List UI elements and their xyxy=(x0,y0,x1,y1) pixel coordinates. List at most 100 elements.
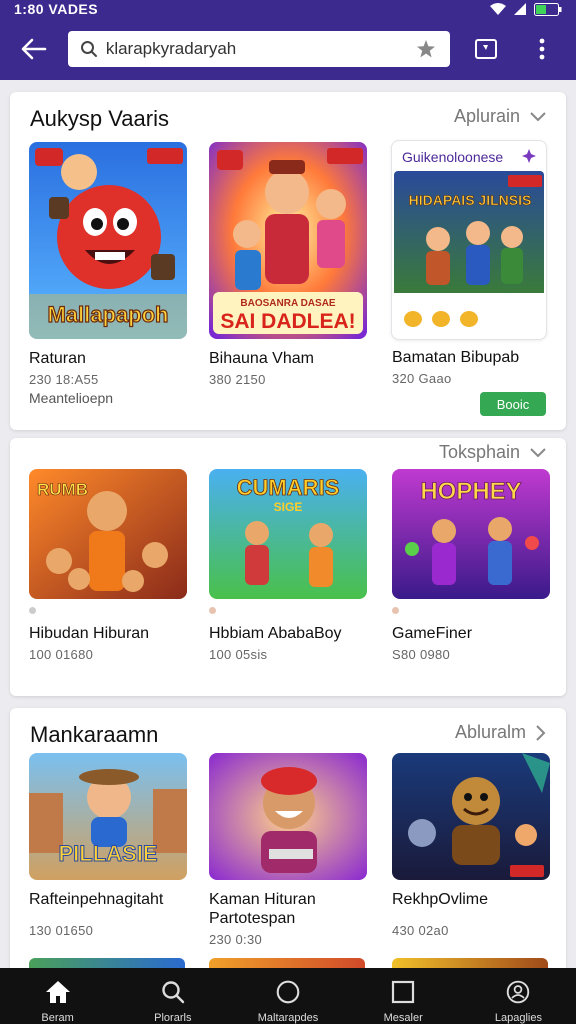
game-card[interactable]: CUMARIS SIGE Hbbiam AbabaBoy 100 05sis xyxy=(209,469,367,662)
more-options-button[interactable] xyxy=(522,29,562,69)
game-name: Raturan xyxy=(29,350,86,367)
game-meta: 230 18:A55 xyxy=(29,372,99,387)
game-card-info[interactable]: Bamatan Bibupab 320 Gaao xyxy=(392,348,550,386)
section-action-label: Abluralm xyxy=(454,722,526,742)
indicator-dot xyxy=(392,607,399,614)
game-art-text: PILLASIE xyxy=(58,841,157,866)
more-vert-icon xyxy=(539,38,545,60)
game-thumbnail: RUMB xyxy=(29,469,187,599)
section-action-label: Toksphain xyxy=(438,442,520,462)
section-see-more-button[interactable]: Aplurain xyxy=(454,106,546,127)
game-card[interactable]: PILLASIE Rafteinpehnagitaht 130 01650 xyxy=(29,753,187,938)
clap-icon xyxy=(460,311,478,327)
install-button[interactable]: Booic xyxy=(480,392,546,416)
clap-icon xyxy=(432,311,450,327)
game-art-text: CUMARIS xyxy=(237,475,340,500)
clap-icon xyxy=(404,311,422,327)
game-meta: 380 2150 xyxy=(209,372,266,387)
game-thumbnail: PILLASIE xyxy=(29,753,187,880)
game-card[interactable]: BAOSANRA DASAE SAI DADLEA! Bihauna Vham … xyxy=(209,142,367,387)
app-bar xyxy=(0,18,576,80)
nav-item-center[interactable]: Maltarapdes xyxy=(230,968,345,1024)
arrow-left-icon xyxy=(21,38,47,60)
featured-game-card[interactable]: Guikenoloonese HIDAPAIS JILNSIS xyxy=(391,140,547,340)
nav-label: Maltarapdes xyxy=(257,1012,319,1024)
game-name: RekhpOvlime xyxy=(392,891,489,908)
game-name: Rafteinpehnagitaht xyxy=(29,891,164,908)
next-row-thumbnail xyxy=(29,958,185,968)
section-see-more-button[interactable]: Abluralm xyxy=(455,722,546,743)
game-subtitle: Meantelioepn xyxy=(29,390,114,406)
nav-label: Beram xyxy=(41,1012,74,1024)
game-thumbnail xyxy=(392,753,550,880)
game-card[interactable]: RUMB Hibudan Hiburan 100 01680 xyxy=(29,469,187,662)
nav-item-profile[interactable]: Lapaglies xyxy=(461,968,576,1024)
signal-icon xyxy=(514,3,526,15)
indicator-dot xyxy=(209,607,216,614)
game-card[interactable]: RekhpOvlime 430 02a0 xyxy=(392,753,550,938)
game-name: Hbbiam AbabaBoy xyxy=(209,625,342,642)
window-icon xyxy=(475,39,498,59)
section-title: Aukysp Vaaris xyxy=(30,106,169,131)
game-thumbnail: HOPHEY xyxy=(392,469,550,599)
game-meta: 320 Gaao xyxy=(392,371,452,386)
profile-icon xyxy=(507,980,530,1004)
favorite-button[interactable] xyxy=(414,37,438,61)
next-row-thumbnail xyxy=(209,958,365,968)
section-featured-games: Aukysp Vaaris Aplurain Mallapapoh Ratura… xyxy=(10,92,566,430)
chevron-right-icon xyxy=(536,724,546,741)
status-icons xyxy=(490,2,562,16)
game-meta: 230 0:30 xyxy=(209,932,263,947)
battery-icon xyxy=(534,2,562,16)
game-card[interactable]: HOPHEY GameFiner S80 0980 xyxy=(392,469,550,662)
game-name: GameFiner xyxy=(392,625,473,642)
search-icon xyxy=(162,981,184,1004)
section-title: Mankaraamn xyxy=(30,722,159,747)
featured-thumbnail: HIDAPAIS JILNSIS xyxy=(394,171,544,298)
game-art-text: HOPHEY xyxy=(420,478,521,505)
bottom-navigation: Beram Plorarls Maltarapdes Mesaler Lapag… xyxy=(0,968,576,1024)
nav-label: Mesaler xyxy=(383,1012,423,1024)
game-art-text: Mallapapoh xyxy=(47,302,168,327)
game-art-sub-text: SIGE xyxy=(274,500,303,514)
nav-item-home[interactable]: Beram xyxy=(0,968,115,1024)
chevron-down-icon xyxy=(530,447,546,457)
game-thumbnail xyxy=(209,753,367,880)
status-bar: 1:80 VADES xyxy=(0,0,576,18)
game-meta: S80 0980 xyxy=(392,647,451,662)
reaction-icons xyxy=(392,298,546,338)
section-entertainment-games: Toksphain RUMB Hibudan Hiburan 100 01680… xyxy=(10,438,566,696)
game-card[interactable]: Mallapapoh Raturan 230 18:A55 Meantelioe… xyxy=(29,142,187,406)
game-thumbnail: BAOSANRA DASAE SAI DADLEA! xyxy=(209,142,367,339)
nav-label: Lapaglies xyxy=(494,1012,542,1024)
nav-label: Plorarls xyxy=(154,1012,192,1024)
section-recommended-games: Mankaraamn Abluralm PILLASIE Rafteinpehn… xyxy=(10,708,566,978)
tab-switch-button[interactable] xyxy=(466,29,506,69)
back-button[interactable] xyxy=(14,29,54,69)
circle-icon xyxy=(276,980,300,1004)
section-action-label: Aplurain xyxy=(453,106,520,126)
next-row-thumbnail xyxy=(392,958,548,968)
section-see-more-button[interactable]: Toksphain xyxy=(439,442,546,463)
game-meta: 100 01680 xyxy=(29,647,94,662)
search-icon xyxy=(80,41,97,57)
sparkle-icon xyxy=(522,149,536,163)
nav-item-search[interactable]: Plorarls xyxy=(115,968,230,1024)
game-art-text: SAI DADLEA! xyxy=(220,310,355,333)
search-box[interactable] xyxy=(67,31,451,67)
game-name: Kaman Hituran Partotespan xyxy=(209,891,316,927)
game-name: Bamatan Bibupab xyxy=(392,349,520,366)
star-icon xyxy=(417,40,436,58)
game-thumbnail: CUMARIS SIGE xyxy=(209,469,367,599)
game-art-text: RUMB xyxy=(37,480,88,499)
search-input[interactable] xyxy=(105,39,415,59)
game-name: Bihauna Vham xyxy=(209,350,314,367)
game-name: Hibudan Hiburan xyxy=(29,625,150,642)
game-art-top-text: BAOSANRA DASAE xyxy=(240,298,336,309)
game-meta: 430 02a0 xyxy=(392,923,449,938)
square-icon xyxy=(392,980,415,1004)
game-card[interactable]: Kaman Hituran Partotespan 230 0:30 xyxy=(209,753,367,947)
game-thumbnail: Mallapapoh xyxy=(29,142,187,339)
chevron-down-icon xyxy=(530,111,546,121)
nav-item-messages[interactable]: Mesaler xyxy=(346,968,461,1024)
